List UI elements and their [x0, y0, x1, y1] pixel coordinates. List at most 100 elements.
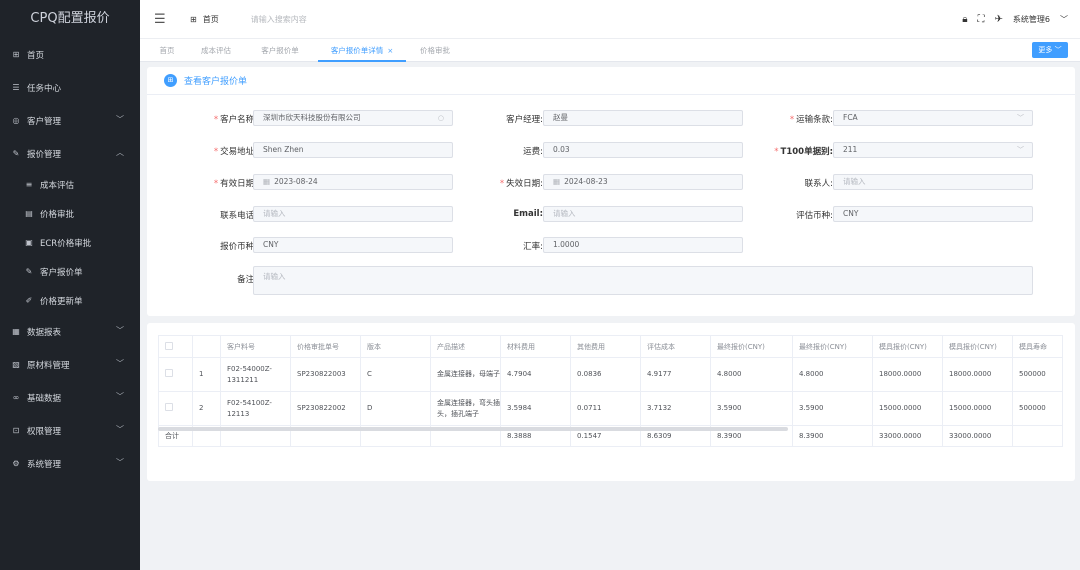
sidebar-item-label: 客户报价单: [40, 267, 83, 278]
table-cell: 金属连接器，弯头插头，插孔端子: [430, 391, 501, 426]
lock-icon[interactable]: 🔒︎: [962, 14, 967, 25]
quote-currency-label: 报价币种:: [220, 242, 257, 252]
eval-currency-label: 评估币种:: [796, 211, 833, 221]
email-label: Email:: [513, 209, 543, 219]
sidebar-item-label: 首页: [27, 50, 45, 61]
email-field[interactable]: 请输入: [543, 206, 743, 222]
tab-customer-quote[interactable]: 客户报价单: [252, 39, 308, 62]
sidebar-item-customer-quote[interactable]: ✎ 客户报价单: [0, 257, 140, 286]
sidebar-item-label: 客户管理: [27, 116, 62, 127]
search-input[interactable]: 请输入搜索内容: [251, 14, 307, 25]
table-cell: 3.5984: [500, 391, 571, 426]
sidebar-item-list[interactable]: ≡ 成本评估: [0, 170, 140, 199]
address-label: * 交易地址:: [213, 147, 257, 157]
column-header: 产品描述: [430, 335, 501, 358]
table-cell: D: [360, 391, 431, 426]
table-cell: 0.0836: [570, 357, 641, 392]
breadcrumb[interactable]: 首页: [203, 14, 219, 25]
chevron-icon: ︿: [116, 148, 124, 157]
row-checkbox-cell[interactable]: [158, 391, 193, 426]
tab-price-approval[interactable]: 价格审批: [410, 39, 460, 62]
column-header: 模具报价(CNY): [942, 335, 1013, 358]
table-cell: 3.5900: [792, 391, 873, 426]
user-menu[interactable]: 系统管理6: [1013, 14, 1050, 25]
table-cell: 1: [192, 357, 221, 392]
t100-label: * T100单据别:: [774, 147, 833, 157]
sidebar-item-label: 原材料管理: [27, 360, 70, 371]
sidebar-item-basedata[interactable]: ∞ 基础数据 ﹀: [0, 381, 140, 414]
chevron-icon: ﹀: [116, 359, 124, 368]
summary-cell: [1012, 425, 1063, 447]
eval-currency-field[interactable]: CNY: [833, 206, 1033, 222]
contact-field[interactable]: 请输入: [833, 174, 1033, 190]
sidebar-item-customer[interactable]: ◎ 客户管理 ﹀: [0, 104, 140, 137]
home-grid-icon: ⊞: [190, 14, 197, 24]
table-cell: F02-54000Z-1311211: [220, 357, 291, 392]
table-cell: 15000.0000: [942, 391, 1013, 426]
column-header: 客户料号: [220, 335, 291, 358]
remark-textarea[interactable]: 请输入: [253, 266, 1033, 295]
summary-cell: 33000.0000: [872, 425, 943, 447]
expiry-date-label: * 失效日期:: [499, 179, 543, 189]
close-icon[interactable]: ×: [387, 47, 393, 55]
sidebar-item-gear[interactable]: ⚙ 系统管理 ﹀: [0, 447, 140, 480]
rate-field[interactable]: 1.0000: [543, 237, 743, 253]
chevron-down-icon[interactable]: ﹀: [1060, 14, 1068, 25]
tab-cost-eval[interactable]: 成本评估: [192, 39, 240, 62]
expiry-date-picker[interactable]: ▦ 2024-08-23: [543, 174, 743, 190]
fullscreen-icon[interactable]: ⛶: [978, 14, 985, 25]
sidebar-item-doc[interactable]: ▤ 价格审批: [0, 199, 140, 228]
sidebar-item-ecr[interactable]: ▣ ECR价格审批: [0, 228, 140, 257]
grid-icon: ⊞: [12, 50, 20, 59]
quote-currency-field[interactable]: CNY: [253, 237, 453, 253]
sidebar-item-label: 任务中心: [27, 83, 62, 94]
column-header: 模具报价(CNY): [872, 335, 943, 358]
sidebar-item-quote[interactable]: ✎ 报价管理 ︿: [0, 137, 140, 170]
sidebar-item-label: ECR价格审批: [40, 238, 92, 249]
effective-date-label: * 有效日期:: [213, 179, 257, 189]
phone-field[interactable]: 请输入: [253, 206, 453, 222]
column-header: 其他费用: [570, 335, 641, 358]
horizontal-scrollbar[interactable]: [158, 427, 788, 431]
material-icon: ▧: [12, 360, 20, 369]
transport-select[interactable]: FCA ﹀: [833, 110, 1033, 126]
column-header: 材料费用: [500, 335, 571, 358]
rocket-icon[interactable]: ✈: [995, 14, 1003, 25]
select-all-checkbox-cell[interactable]: [158, 335, 193, 358]
freight-field[interactable]: 0.03: [543, 142, 743, 158]
page-title: 查看客户报价单: [184, 77, 248, 87]
table-row[interactable]: 2 F02-54100Z-12113 SP230822002 D 金属连接器，弯头插头，…: [158, 391, 1063, 426]
row-checkbox-cell[interactable]: [158, 357, 193, 392]
lock-icon: ⊡: [12, 426, 20, 435]
checkbox[interactable]: [165, 341, 173, 350]
sidebar-item-lock[interactable]: ⊡ 权限管理 ﹀: [0, 414, 140, 447]
table-cell: C: [360, 357, 431, 392]
tab-home[interactable]: 首页: [150, 39, 184, 62]
sidebar-item-task[interactable]: ☰ 任务中心: [0, 71, 140, 104]
sidebar-item-material[interactable]: ▧ 原材料管理 ﹀: [0, 348, 140, 381]
manager-field[interactable]: 赵曼: [543, 110, 743, 126]
phone-label: 联系电话:: [220, 211, 257, 221]
sidebar-item-label: 数据报表: [27, 327, 62, 338]
effective-date-picker[interactable]: ▦ 2023-08-24: [253, 174, 453, 190]
sidebar-item-grid[interactable]: ⊞ 首页: [0, 38, 140, 71]
sidebar-item-label: 成本评估: [40, 180, 75, 191]
sidebar-item-report[interactable]: ▦ 数据报表 ﹀: [0, 315, 140, 348]
hamburger-icon[interactable]: ☰: [154, 12, 170, 27]
more-button[interactable]: 更多 ﹀: [1032, 42, 1068, 58]
column-header: [192, 335, 221, 358]
checkbox[interactable]: [165, 368, 173, 377]
customer-name-label: * 客户名称:: [213, 115, 257, 125]
t100-select[interactable]: 211 ﹀: [833, 142, 1033, 158]
customer-name-field[interactable]: 深圳市欣天科技股份有限公司 ○: [253, 110, 453, 126]
address-field[interactable]: Shen Zhen: [253, 142, 453, 158]
tab-customer-quote-detail[interactable]: 客户报价单详情 ×: [318, 39, 406, 62]
ecr-icon: ▣: [25, 238, 33, 247]
sidebar-item-price-update[interactable]: ✐ 价格更新单: [0, 286, 140, 315]
checkbox[interactable]: [165, 402, 173, 411]
grid-icon: ⊞: [164, 74, 177, 87]
table-cell: 18000.0000: [942, 357, 1013, 392]
column-header: 模具寿命: [1012, 335, 1063, 358]
table-cell: 0.0711: [570, 391, 641, 426]
table-row[interactable]: 1 F02-54000Z-1311211 SP230822003 C 金属连接器，母端子…: [158, 357, 1063, 392]
